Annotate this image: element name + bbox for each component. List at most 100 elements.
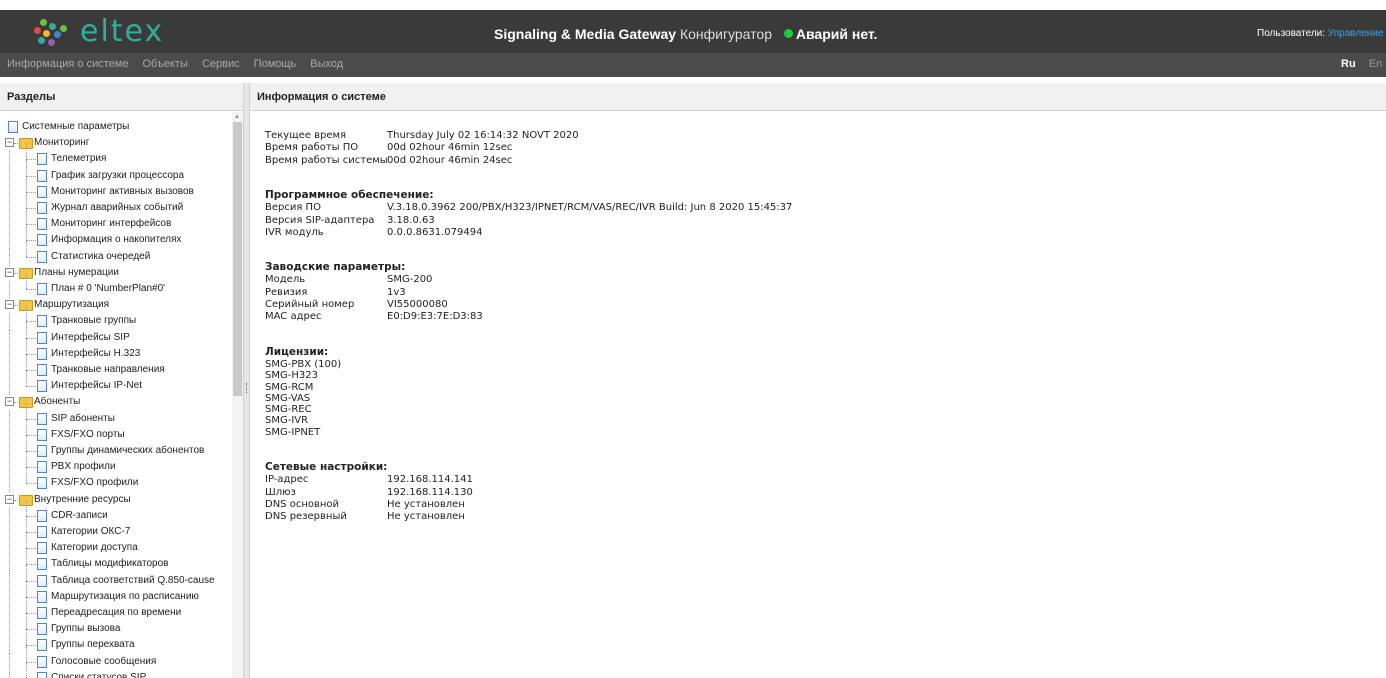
tree-item[interactable]: Интерфейсы IP-Net xyxy=(0,370,232,396)
tree-item-label: SIP абоненты xyxy=(51,412,115,424)
tree-item[interactable]: План # 0 'NumberPlan#0' xyxy=(0,273,232,298)
page-title: Signaling & Media Gateway Конфигуратор А… xyxy=(494,26,877,42)
splitter-grip-icon[interactable] xyxy=(246,383,248,393)
tree-item-label: PBX профили xyxy=(51,461,116,473)
tree-item[interactable]: Транковые направления xyxy=(0,354,232,379)
tree-connector xyxy=(9,459,10,477)
info-row: IP-адрес 192.168.114.141 xyxy=(265,473,473,486)
tree-item[interactable]: Таблицы модификаторов xyxy=(0,548,232,574)
menu-item-exit[interactable]: Выход xyxy=(310,58,343,70)
tree-item[interactable]: Мониторинг активных вызовов xyxy=(0,175,232,201)
tree-item[interactable]: Категории доступа xyxy=(0,532,232,558)
tree-folder[interactable]: − Маршрутизация xyxy=(0,297,232,313)
tree-item[interactable]: Информация о накопителях xyxy=(0,224,232,250)
info-label: Модель xyxy=(265,274,306,286)
menu-item-service[interactable]: Сервис xyxy=(202,58,240,70)
menu-item-help[interactable]: Помощь xyxy=(254,58,297,70)
eltex-logo: eltex xyxy=(30,14,164,50)
tree-scrollbar[interactable]: ▲ xyxy=(232,112,243,678)
tree-item[interactable]: Таблица соответствий Q.850-cause xyxy=(0,564,232,590)
section-title: Лицензии: xyxy=(265,346,328,359)
tree-connector xyxy=(9,216,10,234)
tree-item[interactable]: SIP абоненты xyxy=(0,402,232,428)
tree-connector xyxy=(26,596,36,598)
logo-text: eltex xyxy=(80,14,165,49)
tree-item[interactable]: Маршрутизация по расписанию xyxy=(0,580,232,606)
tree-item-label: Информация о накопителях xyxy=(51,234,182,246)
tree-connector xyxy=(26,434,36,436)
tree-item[interactable]: FXS/FXO профили xyxy=(0,467,232,493)
tree-item[interactable]: Транковые группы xyxy=(0,305,232,331)
tree-item[interactable]: FXS/FXO порты xyxy=(0,418,232,444)
tree-item[interactable]: Списки статусов SIP xyxy=(0,661,232,678)
tree-item[interactable]: Интерфейсы H.323 xyxy=(0,337,232,363)
tree-connector xyxy=(14,305,18,307)
info-value: 00d 02hour 46min 12sec xyxy=(387,142,513,154)
scroll-up-icon[interactable]: ▲ xyxy=(234,114,240,120)
tree-item-label: Мониторинг интерфейсов xyxy=(51,218,172,230)
info-value: 00d 02hour 46min 24sec xyxy=(387,154,513,166)
info-value: SMG-200 xyxy=(387,274,433,286)
tree-connector xyxy=(14,402,18,404)
tree-item[interactable]: Статистика очередей xyxy=(0,240,232,266)
tree-connector xyxy=(9,281,10,298)
tree-folder[interactable]: − Внутренние ресурсы xyxy=(0,492,232,508)
tree-item[interactable]: Группы динамических абонентов xyxy=(0,435,232,460)
users-manage-link[interactable]: Управление xyxy=(1328,28,1384,39)
tree-item[interactable]: График загрузки процессора xyxy=(0,159,232,185)
document-icon xyxy=(37,202,47,214)
document-icon xyxy=(37,526,47,538)
menu-item-system-info[interactable]: Информация о системе xyxy=(7,58,128,70)
lang-en-button[interactable]: En xyxy=(1369,58,1382,70)
tree-connector xyxy=(26,337,27,354)
info-row: IVR модуль 0.0.0.8631.079494 xyxy=(265,226,482,239)
tree-connector xyxy=(26,548,27,565)
document-icon xyxy=(37,623,47,636)
info-value: V.3.18.0.3962 200/PBX/H323/IPNET/RCM/VAS… xyxy=(387,202,793,214)
info-label: Шлюз xyxy=(265,486,296,498)
tree-item[interactable]: Голосовые сообщения xyxy=(0,645,232,671)
section-tree: Системные параметры − Мониторинг Телеметрия… xyxy=(0,112,232,678)
tree-connector xyxy=(26,321,36,323)
alarm-status[interactable]: Аварий нет. xyxy=(796,26,878,42)
collapse-toggle-icon[interactable]: − xyxy=(5,397,14,407)
collapse-toggle-icon[interactable]: − xyxy=(5,300,14,310)
tree-item[interactable]: Группы вызова xyxy=(0,613,232,639)
tree-connector xyxy=(26,516,27,532)
info-label: Ревизия xyxy=(265,286,308,298)
tree-connector xyxy=(26,370,36,371)
tree-item[interactable]: PBX профили xyxy=(0,451,232,477)
tree-item[interactable]: Журнал аварийных событий xyxy=(0,192,232,217)
tree-item[interactable]: Мониторинг интерфейсов xyxy=(0,208,232,234)
tree-item[interactable]: Интерфейсы SIP xyxy=(0,321,232,347)
tree-item[interactable]: Переадресация по времени xyxy=(0,597,232,622)
menu-item-objects[interactable]: Объекты xyxy=(143,58,188,70)
tree-item[interactable]: Системные параметры xyxy=(0,119,232,135)
tree-connector xyxy=(9,378,10,396)
tree-folder[interactable]: − Мониторинг xyxy=(0,135,232,151)
tree-scroll-thumb[interactable] xyxy=(233,122,242,396)
document-icon xyxy=(37,169,47,182)
tree-connector xyxy=(9,410,10,428)
pane-splitter[interactable] xyxy=(243,83,250,678)
lang-ru-button[interactable]: Ru xyxy=(1341,58,1356,70)
tree-item-label: FXS/FXO порты xyxy=(51,428,125,440)
tree-item[interactable]: Группы перехвата xyxy=(0,629,232,655)
tree-item[interactable]: CDR-записи xyxy=(0,499,232,525)
tree-connector xyxy=(26,192,27,208)
tree-connector xyxy=(9,637,10,655)
info-row: SMG-IPNET xyxy=(265,426,320,439)
info-value: Thursday July 02 16:14:32 NOVT 2020 xyxy=(387,130,579,141)
info-label: MAC адрес xyxy=(265,311,322,323)
collapse-toggle-icon[interactable]: − xyxy=(5,138,14,148)
tree-folder[interactable]: − Абоненты xyxy=(0,394,232,410)
collapse-toggle-icon[interactable]: − xyxy=(5,267,14,277)
document-icon xyxy=(37,315,47,328)
tree-item-label: Телеметрия xyxy=(51,153,107,165)
tree-connector xyxy=(26,629,36,631)
collapse-toggle-icon[interactable]: − xyxy=(5,494,14,504)
info-label: DNS резервный xyxy=(265,511,347,523)
tree-item[interactable]: Телеметрия xyxy=(0,143,232,169)
tree-folder[interactable]: − Планы нумерации xyxy=(0,265,232,281)
tree-item[interactable]: Категории ОКС-7 xyxy=(0,516,232,541)
